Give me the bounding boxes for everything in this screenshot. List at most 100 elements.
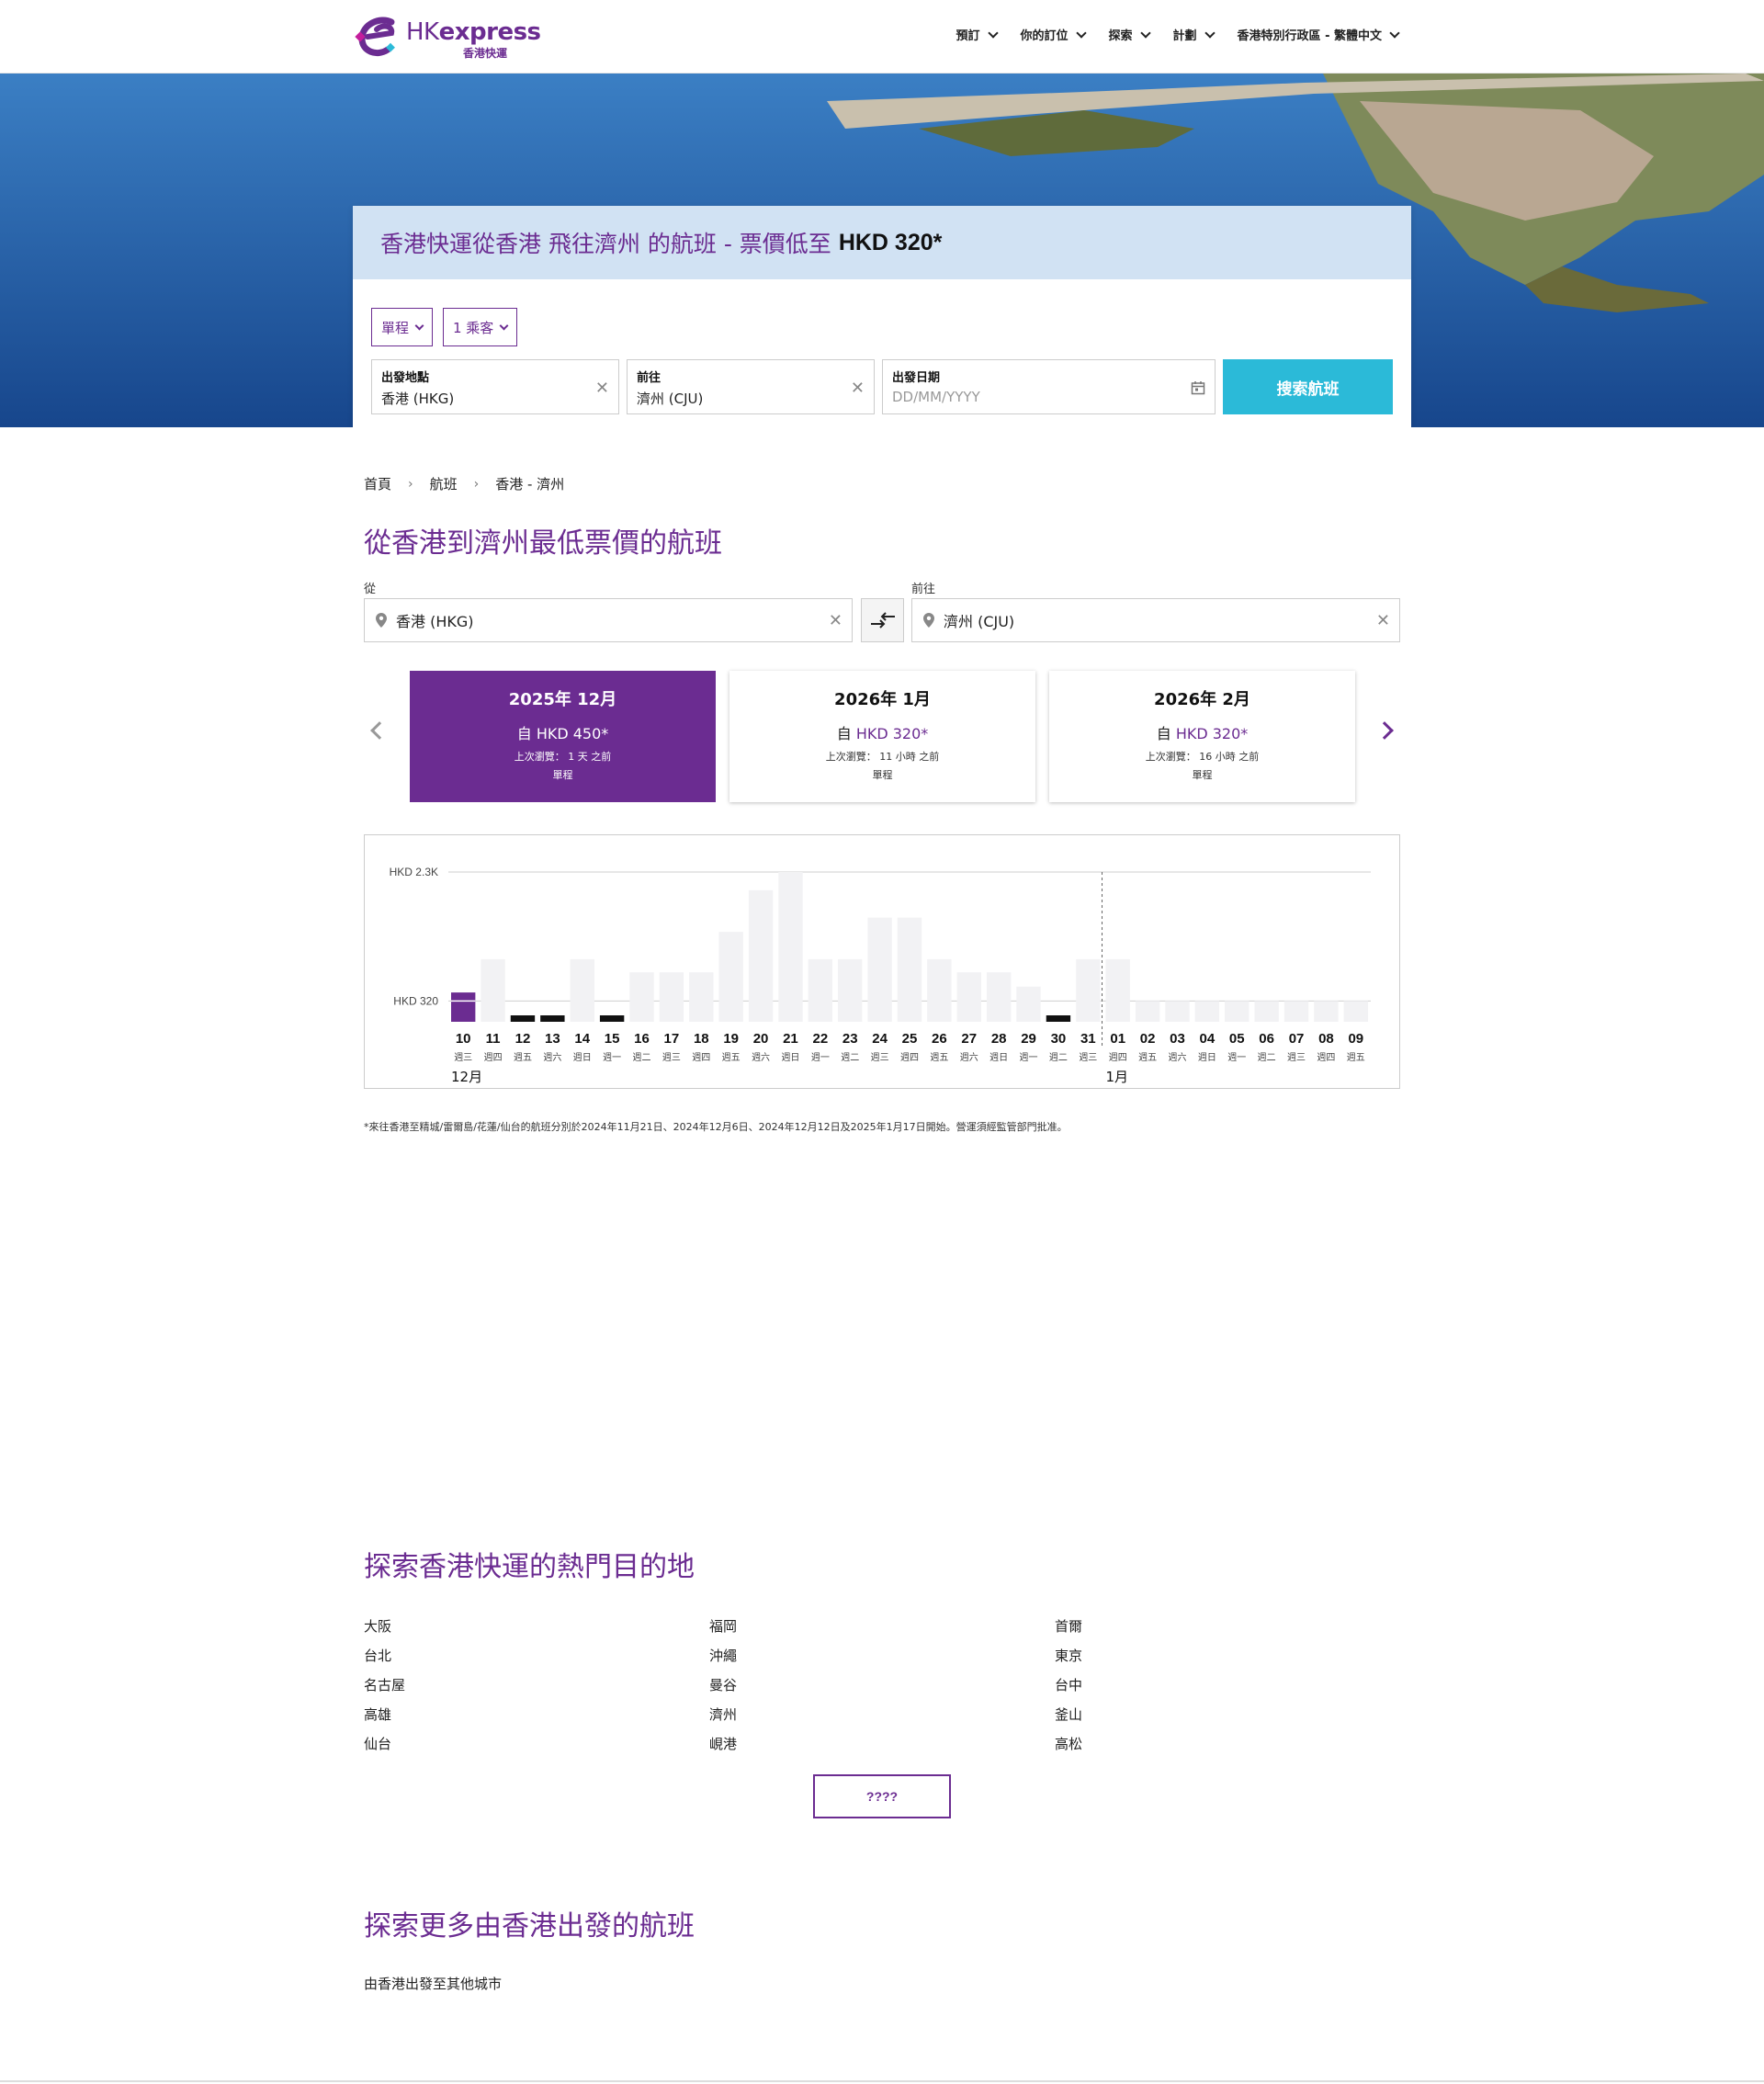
show-more-button[interactable]: ???? — [813, 1774, 951, 1818]
prev-month-arrow-icon[interactable] — [370, 721, 389, 740]
breadcrumb-flights[interactable]: 航班 — [430, 474, 458, 493]
fare-bar[interactable] — [867, 917, 892, 1022]
clear-icon[interactable]: ✕ — [1376, 611, 1390, 630]
fare-bar[interactable] — [1076, 958, 1101, 1022]
trip-type-dropdown[interactable]: 單程 — [371, 308, 434, 346]
chevron-right-icon: › — [408, 476, 413, 492]
fare-bar[interactable] — [1016, 986, 1041, 1022]
day-tick-label: 23 — [842, 1031, 858, 1047]
location-pin-icon — [923, 613, 934, 628]
destination-link[interactable]: 釜山 — [1055, 1705, 1082, 1724]
weekday-tick-label: 週三 — [1287, 1052, 1306, 1063]
fare-bar[interactable] — [570, 958, 594, 1022]
fare-bar[interactable] — [599, 1015, 625, 1022]
clear-icon[interactable]: ✕ — [829, 611, 842, 630]
fare-bar[interactable] — [1314, 1001, 1339, 1022]
fare-bar[interactable] — [510, 1015, 536, 1022]
destination-link[interactable]: 曼谷 — [709, 1675, 737, 1694]
nav-my-booking[interactable]: 你的訂位 — [1021, 26, 1087, 43]
search-heading: 香港快運從香港 飛往濟州 的航班 - 票價低至 HKD 320* — [353, 206, 1411, 279]
fare-bar[interactable] — [481, 958, 505, 1022]
nav-plan[interactable]: 計劃 — [1173, 26, 1216, 43]
weekday-tick-label: 週一 — [603, 1052, 621, 1063]
fare-bar[interactable] — [748, 889, 774, 1022]
destination-link[interactable]: 大阪 — [364, 1616, 391, 1636]
fare-bar[interactable] — [540, 1015, 565, 1022]
hkexpress-logo[interactable]: HKexpress 香港快運 — [355, 15, 541, 60]
destination-link[interactable]: 沖繩 — [709, 1646, 737, 1665]
fare-bar[interactable] — [1165, 1001, 1190, 1022]
fare-bar[interactable] — [1225, 1001, 1250, 1022]
fare-bar[interactable] — [1283, 1001, 1309, 1022]
next-month-arrow-icon[interactable] — [1375, 721, 1394, 740]
fare-bar[interactable] — [808, 958, 833, 1022]
fare-bar[interactable] — [1105, 958, 1130, 1022]
weekday-tick-label: 週一 — [1020, 1052, 1038, 1063]
fare-bar[interactable] — [927, 958, 952, 1022]
fare-bar[interactable] — [1343, 1001, 1368, 1022]
day-tick-label: 05 — [1229, 1031, 1245, 1047]
weekday-tick-label: 週一 — [1227, 1052, 1246, 1063]
chevron-down-icon — [987, 27, 999, 39]
weekday-tick-label: 週五 — [1138, 1052, 1157, 1063]
y-axis-label: HKD 2.3K — [390, 866, 438, 878]
clear-icon[interactable]: ✕ — [595, 379, 609, 398]
nav-book[interactable]: 預訂 — [956, 26, 999, 43]
month-card-feb-2026[interactable]: 2026年 2月 自 HKD 320* 上次瀏覽： 16 小時 之前 單程 — [1049, 671, 1355, 802]
destination-link[interactable]: 名古屋 — [364, 1675, 405, 1694]
destination-link[interactable]: 台北 — [364, 1646, 391, 1665]
fare-bar[interactable] — [1046, 1015, 1071, 1022]
fare-bar[interactable] — [838, 958, 863, 1022]
destination-link[interactable]: 福岡 — [709, 1616, 737, 1636]
calendar-icon[interactable] — [1191, 380, 1205, 395]
fare-bar[interactable] — [956, 972, 981, 1022]
departure-date-field[interactable]: 出發日期 DD/MM/YYYY — [882, 359, 1216, 414]
day-tick-label: 30 — [1051, 1031, 1067, 1047]
month-card-jan-2026[interactable]: 2026年 1月 自 HKD 320* 上次瀏覽： 11 小時 之前 單程 — [729, 671, 1035, 802]
fare-bar[interactable] — [897, 917, 922, 1022]
fare-bar[interactable] — [1135, 1001, 1160, 1022]
destination-link[interactable]: 台中 — [1055, 1675, 1082, 1694]
day-tick-label: 18 — [694, 1031, 709, 1047]
destination-link[interactable]: 高松 — [1055, 1734, 1082, 1753]
nav-region-language[interactable]: 香港特別行政區 - 繁體中文 — [1238, 26, 1400, 43]
fare-bar[interactable] — [1194, 1001, 1220, 1022]
breadcrumb-home[interactable]: 首頁 — [364, 474, 391, 493]
fare-bar[interactable] — [629, 972, 654, 1022]
destination-field[interactable]: 前往 濟州 (CJU) ✕ — [627, 359, 875, 414]
chevron-down-icon — [1204, 27, 1216, 39]
weekday-tick-label: 週五 — [1347, 1052, 1365, 1063]
weekday-tick-label: 週五 — [722, 1052, 741, 1063]
fare-bar[interactable] — [778, 872, 803, 1022]
weekday-tick-label: 週五 — [514, 1052, 532, 1063]
fare-bar[interactable] — [689, 972, 714, 1022]
fare-bar[interactable] — [718, 932, 743, 1022]
day-tick-label: 31 — [1080, 1031, 1096, 1047]
destination-link[interactable]: 高雄 — [364, 1705, 391, 1724]
destination-link[interactable]: 仙台 — [364, 1734, 391, 1753]
to-input[interactable]: 濟州 (CJU) ✕ — [911, 598, 1400, 642]
fare-bar[interactable] — [986, 972, 1012, 1022]
destination-link[interactable]: 濟州 — [709, 1705, 737, 1724]
origin-field[interactable]: 出發地點 香港 (HKG) ✕ — [371, 359, 619, 414]
site-header: HKexpress 香港快運 預訂 你的訂位 探索 計劃 香港特別行政區 - 繁… — [0, 0, 1764, 74]
passengers-dropdown[interactable]: 1 乘客 — [443, 308, 518, 346]
fare-bar[interactable] — [451, 992, 476, 1022]
month-card-dec-2025[interactable]: 2025年 12月 自 HKD 450* 上次瀏覽： 1 天 之前 單程 — [410, 671, 716, 802]
search-flights-button[interactable]: 搜索航班 — [1223, 359, 1393, 414]
destination-link[interactable]: 東京 — [1055, 1646, 1082, 1665]
fare-bar[interactable] — [1254, 1001, 1279, 1022]
weekday-tick-label: 週二 — [1049, 1052, 1068, 1063]
weekday-tick-label: 週六 — [752, 1052, 770, 1063]
swap-route-button[interactable] — [861, 598, 904, 642]
day-tick-label: 21 — [783, 1031, 798, 1047]
destination-link[interactable]: 首爾 — [1055, 1616, 1082, 1636]
day-tick-label: 29 — [1021, 1031, 1036, 1047]
fare-bar[interactable] — [659, 972, 684, 1022]
clear-icon[interactable]: ✕ — [851, 379, 865, 398]
nav-explore[interactable]: 探索 — [1109, 26, 1151, 43]
day-tick-label: 02 — [1140, 1031, 1156, 1047]
destination-link[interactable]: 峴港 — [709, 1734, 737, 1753]
from-input[interactable]: 香港 (HKG) ✕ — [364, 598, 853, 642]
other-cities-link[interactable]: 由香港出發至其他城市 — [364, 1974, 502, 1993]
